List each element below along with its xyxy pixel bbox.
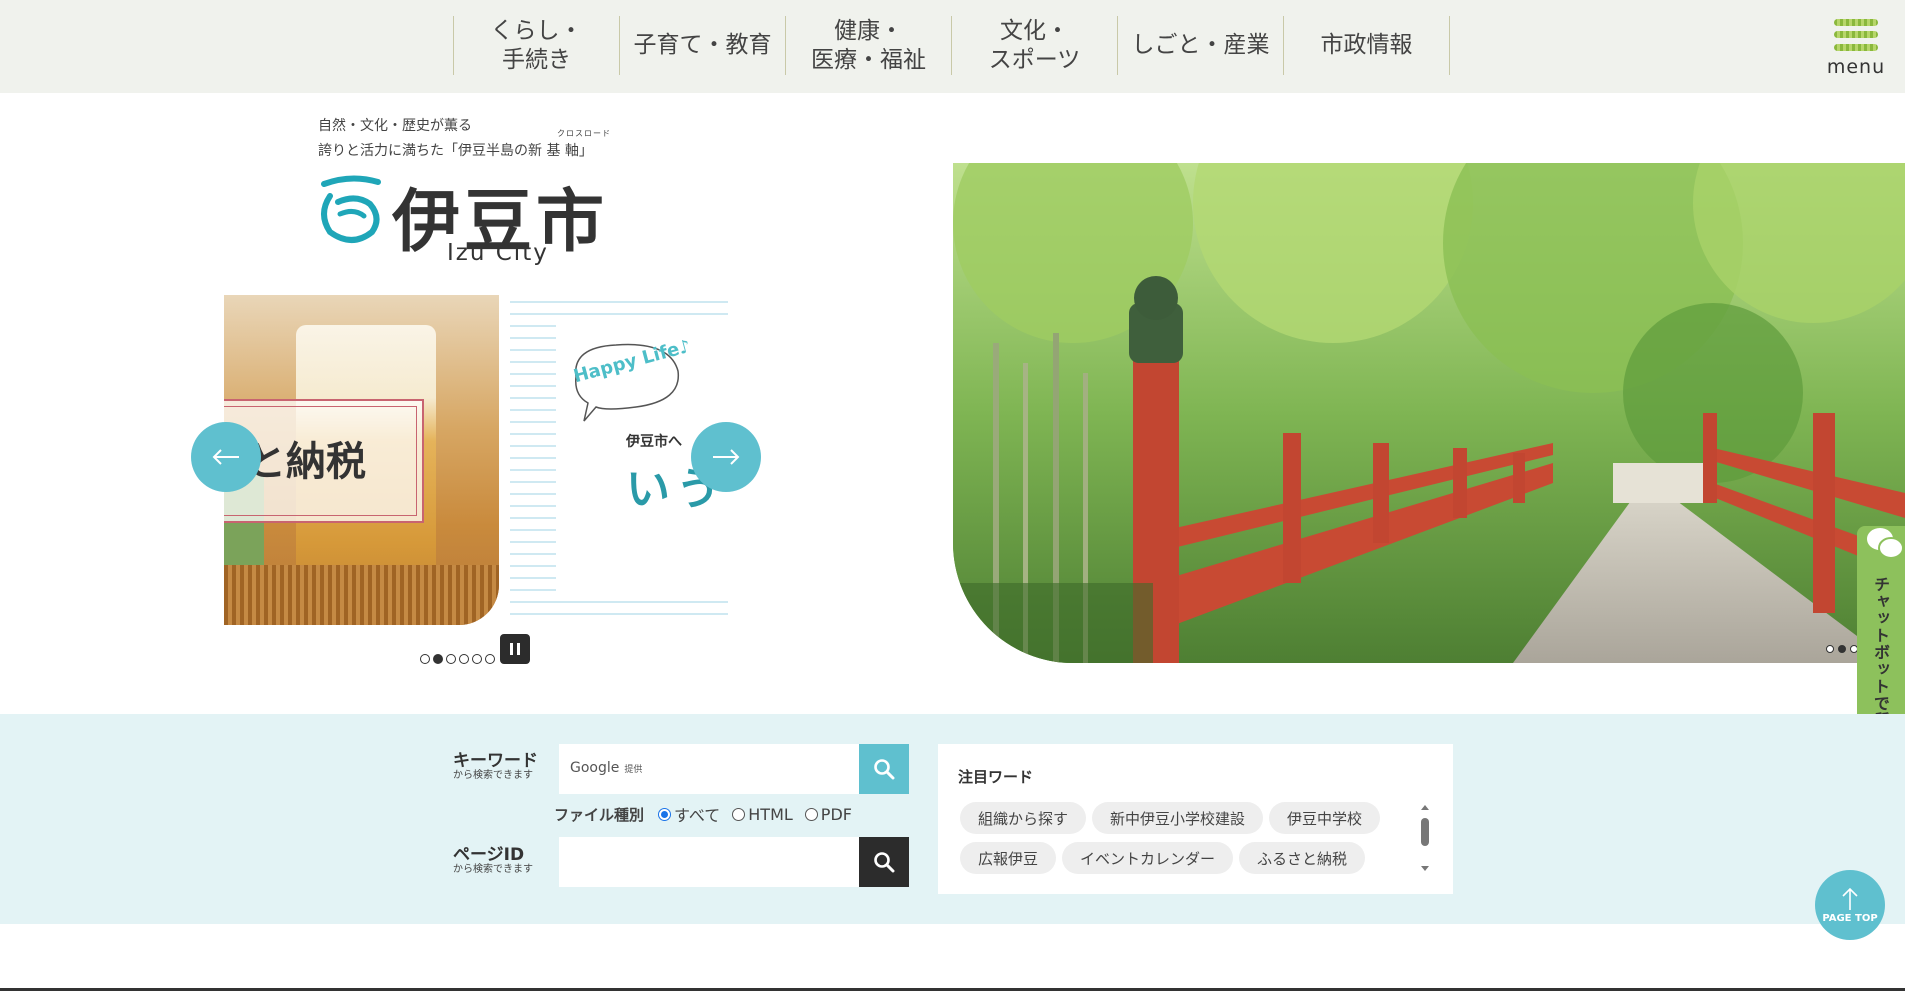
pageid-search-button[interactable]	[859, 837, 909, 887]
google-branding: Google 提供	[570, 760, 642, 776]
izu-logo-mark-icon	[321, 175, 381, 243]
radio-unchecked-icon	[732, 807, 746, 821]
scrollbar[interactable]	[1418, 804, 1432, 874]
slider-dots	[420, 654, 495, 664]
hero-dots	[1826, 645, 1858, 653]
file-type-html-label: HTML	[748, 804, 793, 824]
file-type-label: ファイル種別	[554, 805, 645, 824]
pageid-search-input[interactable]	[559, 837, 860, 887]
global-nav: くらし・ 手続き 子育て・教育 健康・ 医療・福祉 文化・ スポーツ しごと・産…	[453, 16, 1450, 75]
page-top-label: PAGE TOP	[1822, 912, 1878, 924]
nav-item-kurashi[interactable]: くらし・ 手続き	[454, 16, 620, 75]
arrow-left-icon	[212, 449, 239, 465]
menu-button[interactable]: menu	[1826, 12, 1886, 82]
tagline-line-2: 誇りと活力に満ちた「伊豆半島の新 基 軸」	[318, 143, 593, 159]
slide-sub: 伊豆市へ	[626, 434, 682, 450]
nav-item-shisei[interactable]: 市政情報	[1284, 16, 1450, 75]
page-top-button[interactable]: PAGE TOP	[1815, 870, 1885, 940]
slider-dot[interactable]	[485, 654, 495, 664]
site-header: くらし・ 手続き 子育て・教育 健康・ 医療・福祉 文化・ スポーツ しごと・産…	[0, 0, 1905, 93]
slider-next-button[interactable]	[691, 422, 761, 492]
slider-dot[interactable]	[472, 654, 482, 664]
keyword-search-button[interactable]	[859, 744, 909, 794]
arrow-up-icon	[1842, 887, 1858, 910]
arrow-right-icon	[713, 449, 740, 465]
slide-image-mat	[224, 565, 499, 625]
attention-chip[interactable]: 組織から探す	[960, 802, 1087, 834]
nav-item-bunka[interactable]: 文化・ スポーツ	[952, 16, 1118, 75]
file-type-all-label: すべて	[674, 806, 721, 825]
attention-chip[interactable]: 広報伊豆	[960, 842, 1057, 874]
chat-bubble-icon	[1865, 526, 1904, 559]
hamburger-menu-icon	[1834, 12, 1878, 54]
google-sub: 提供	[624, 765, 643, 775]
search-icon	[874, 759, 895, 780]
banner-slider: と納税 Happy Life♪ 伊豆市へ いう	[224, 295, 728, 625]
site-tagline: 自然・文化・歴史が薫る 誇りと活力に満ちた「伊豆半島の新 基 軸」	[318, 114, 593, 164]
pageid-search-sub: から検索できます	[453, 864, 533, 875]
file-type-all-radio[interactable]: すべて	[658, 802, 720, 826]
hero-dot[interactable]	[1826, 645, 1834, 653]
attention-chip-list: 組織から探す 新中伊豆小学校建設 伊豆中学校 広報伊豆 イベントカレンダー ふる…	[960, 802, 1400, 874]
tagline-line-1: 自然・文化・歴史が薫る	[318, 118, 472, 134]
slider-dot[interactable]	[446, 654, 456, 664]
slider-pause-button[interactable]	[500, 634, 530, 664]
attention-chip[interactable]: ふるさと納税	[1239, 842, 1366, 874]
site-logo[interactable]: 伊豆市 Izu City	[316, 172, 616, 272]
tagline-ruby: クロスロード	[557, 129, 611, 138]
search-icon	[874, 852, 895, 873]
nav-item-kosodate[interactable]: 子育て・教育	[620, 16, 786, 75]
radio-checked-icon	[658, 807, 672, 821]
slider-prev-button[interactable]	[191, 422, 261, 492]
keyword-search-sub: から検索できます	[453, 770, 533, 781]
hero-dot-active[interactable]	[1838, 645, 1846, 653]
attention-chip[interactable]: イベントカレンダー	[1062, 842, 1234, 874]
slider-dot[interactable]	[420, 654, 430, 664]
scroll-down-icon	[1421, 866, 1429, 871]
slider-dot[interactable]	[459, 654, 469, 664]
hero-image	[953, 163, 1905, 663]
attention-chip[interactable]: 新中伊豆小学校建設	[1092, 802, 1264, 834]
attention-title: 注目ワード	[958, 768, 1034, 786]
logo-english: Izu City	[447, 240, 549, 266]
attention-chip[interactable]: 伊豆中学校	[1269, 802, 1381, 834]
nav-item-kenko[interactable]: 健康・ 医療・福祉	[786, 16, 952, 75]
scroll-up-icon	[1421, 805, 1429, 810]
file-type-pdf-label: PDF	[820, 804, 852, 824]
attention-words-panel: 注目ワード 組織から探す 新中伊豆小学校建設 伊豆中学校 広報伊豆 イベントカレ…	[938, 744, 1453, 894]
google-label: Google	[570, 760, 620, 776]
slide-banner-text: と納税	[246, 438, 366, 485]
hero-bridge-illustration	[953, 163, 1905, 663]
pause-icon	[510, 643, 513, 655]
file-type-html-radio[interactable]: HTML	[732, 805, 793, 824]
nav-item-shigoto[interactable]: しごと・産業	[1118, 16, 1284, 75]
radio-unchecked-icon	[804, 807, 818, 821]
slider-dot-active[interactable]	[433, 654, 443, 664]
file-type-filter: ファイル種別 すべて HTML PDF	[554, 802, 864, 826]
file-type-pdf-radio[interactable]: PDF	[804, 804, 852, 824]
slide-furusato-nozei[interactable]: と納税	[224, 295, 499, 625]
menu-label: menu	[1826, 56, 1886, 78]
scroll-thumb	[1421, 818, 1429, 846]
